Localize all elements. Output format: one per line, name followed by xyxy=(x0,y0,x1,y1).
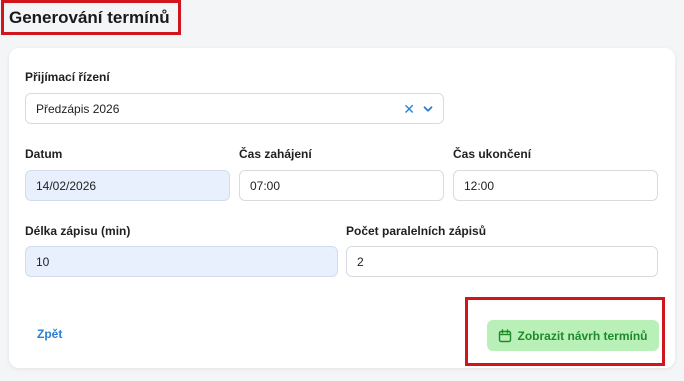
date-input[interactable]: 14/02/2026 xyxy=(25,170,230,201)
date-label: Datum xyxy=(25,147,63,161)
show-proposal-button[interactable]: Zobrazit návrh termínů xyxy=(487,320,659,351)
duration-label: Délka zápisu (min) xyxy=(25,224,131,238)
chevron-down-icon[interactable] xyxy=(423,104,433,114)
admission-select[interactable]: Předzápis 2026 ✕ xyxy=(25,93,444,124)
duration-value: 10 xyxy=(36,254,50,269)
start-time-label: Čas zahájení xyxy=(239,147,312,161)
page-title: Generování termínů xyxy=(9,8,170,27)
end-time-input[interactable]: 12:00 xyxy=(453,170,658,201)
show-proposal-label: Zobrazit návrh termínů xyxy=(517,328,648,343)
parallel-label: Počet paralelních zápisů xyxy=(346,224,487,238)
end-time-label: Čas ukončení xyxy=(453,147,532,161)
close-icon[interactable]: ✕ xyxy=(403,102,415,116)
start-time-input[interactable]: 07:00 xyxy=(239,170,444,201)
admission-label: Přijímací řízení xyxy=(25,70,110,84)
duration-input[interactable]: 10 xyxy=(25,246,338,277)
back-button[interactable]: Zpět xyxy=(37,327,62,341)
end-time-value: 12:00 xyxy=(464,178,495,193)
parallel-value: 2 xyxy=(357,254,364,269)
date-value: 14/02/2026 xyxy=(36,178,97,193)
admission-value: Předzápis 2026 xyxy=(36,101,120,116)
parallel-input[interactable]: 2 xyxy=(346,246,658,277)
start-time-value: 07:00 xyxy=(250,178,281,193)
calendar-icon xyxy=(499,328,512,342)
